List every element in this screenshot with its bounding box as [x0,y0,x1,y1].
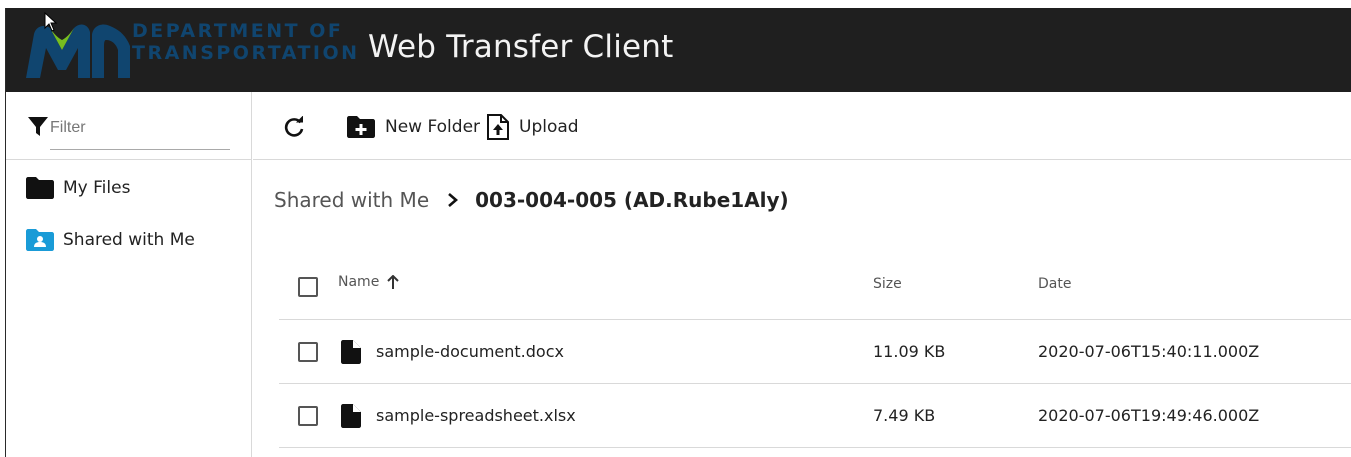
column-header-label: Name [338,274,380,290]
refresh-button[interactable] [283,112,313,142]
folder-icon [26,177,54,199]
table-header-row: Name Size Date [279,254,1351,320]
breadcrumb: Shared with Me 003-004-005 (AD.Rube1Aly) [274,188,789,212]
new-folder-button[interactable]: New Folder [347,112,480,142]
sidebar-item-shared-with-me[interactable]: Shared with Me [26,226,195,254]
logo-line-2: TRANSPORTATION [132,42,360,64]
shared-folder-icon [26,229,54,251]
filter-input[interactable] [50,116,230,150]
file-size: 7.49 KB [873,406,936,425]
logo-line-1: DEPARTMENT OF [132,20,344,42]
breadcrumb-current: 003-004-005 (AD.Rube1Aly) [475,188,789,212]
refresh-icon [284,116,304,137]
file-icon [341,340,361,364]
sidebar: My Files Shared with Me [6,92,252,457]
table-row[interactable]: sample-spreadsheet.xlsx 7.49 KB 2020-07-… [279,384,1351,448]
file-date: 2020-07-06T15:40:11.000Z [1038,342,1260,361]
table-row[interactable]: sample-document.docx 11.09 KB 2020-07-06… [279,320,1351,384]
filter-icon [28,117,48,136]
sidebar-item-label: My Files [63,178,131,198]
upload-label: Upload [519,117,579,137]
new-folder-icon [347,116,375,138]
sidebar-item-label: Shared with Me [63,230,195,250]
upload-button[interactable]: Upload [487,112,579,142]
row-checkbox[interactable] [298,342,318,362]
mouse-cursor-icon [44,12,58,32]
breadcrumb-root-link[interactable]: Shared with Me [274,188,429,212]
file-table: Name Size Date sample-document.docx 11.0… [279,254,1351,448]
file-icon [341,404,361,428]
select-all-checkbox[interactable] [298,277,318,297]
column-header-name[interactable]: Name [338,274,400,290]
row-checkbox[interactable] [298,406,318,426]
upload-icon [487,114,509,140]
chevron-right-icon [448,193,459,207]
file-name-link[interactable]: sample-spreadsheet.xlsx [376,406,576,425]
column-header-size[interactable]: Size [873,276,902,292]
mndot-logo [26,24,130,78]
main-content: New Folder Upload Shared with Me 003-004… [253,92,1351,457]
file-name-link[interactable]: sample-document.docx [376,342,564,361]
arrow-up-icon [387,275,400,289]
sidebar-item-my-files[interactable]: My Files [26,174,130,202]
app-title: Web Transfer Client [368,29,674,65]
new-folder-label: New Folder [385,117,481,137]
toolbar: New Folder Upload [253,92,1351,160]
app-header: DEPARTMENT OF TRANSPORTATION Web Transfe… [6,8,1351,92]
file-size: 11.09 KB [873,342,946,361]
filter-row [6,92,252,160]
column-header-date[interactable]: Date [1038,276,1071,292]
file-date: 2020-07-06T19:49:46.000Z [1038,406,1260,425]
app-window: DEPARTMENT OF TRANSPORTATION Web Transfe… [5,8,1351,457]
logo-text: DEPARTMENT OF TRANSPORTATION [132,22,360,63]
